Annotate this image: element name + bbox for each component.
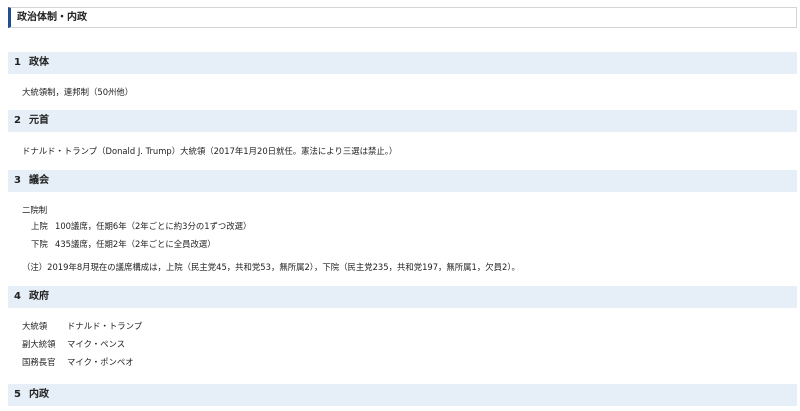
section-number: 4 — [14, 291, 21, 302]
section-header-gikai: 3 議会 — [8, 170, 797, 192]
official-name: マイク・ペンス — [67, 339, 126, 349]
section-title: 政府 — [29, 291, 49, 302]
section-title: 議会 — [29, 175, 49, 186]
house-name-senate: 上院 — [31, 221, 48, 231]
official-role: 国務長官 — [22, 357, 56, 367]
section-header-seifu: 4 政府 — [8, 286, 797, 308]
legislature-note: （注）2019年8月現在の議席構成は，上院（民主党45，共和党53，無所属2），… — [22, 262, 520, 272]
section-number: 1 — [14, 57, 21, 68]
section-header-genshu: 2 元首 — [8, 110, 797, 132]
section-header-naisei: 5 内政 — [8, 384, 797, 406]
section-body-genshu: ドナルド・トランプ（Donald J. Trump）大統領（2017年1月20日… — [22, 146, 398, 156]
section-title: 内政 — [29, 389, 49, 400]
official-name: ドナルド・トランプ — [67, 321, 143, 331]
house-name-representatives: 下院 — [31, 239, 48, 249]
official-role: 大統領 — [22, 321, 48, 331]
house-desc-senate: 100議席，任期6年（2年ごとに約3分の1ずつ改選） — [55, 221, 252, 231]
section-header-seitai: 1 政体 — [8, 52, 797, 74]
official-role: 副大統領 — [22, 339, 56, 349]
section-title: 元首 — [29, 115, 49, 126]
legislature-system: 二院制 — [22, 205, 48, 215]
section-number: 2 — [14, 115, 21, 126]
official-name: マイク・ポンペオ — [67, 357, 134, 367]
section-body-seitai: 大統領制，連邦制（50州他） — [22, 87, 134, 97]
page-title: 政治体制・内政 — [8, 7, 797, 28]
house-desc-representatives: 435議席，任期2年（2年ごとに全員改選） — [55, 239, 216, 249]
section-title: 政体 — [29, 57, 49, 68]
section-number: 3 — [14, 175, 21, 186]
section-number: 5 — [14, 389, 21, 400]
